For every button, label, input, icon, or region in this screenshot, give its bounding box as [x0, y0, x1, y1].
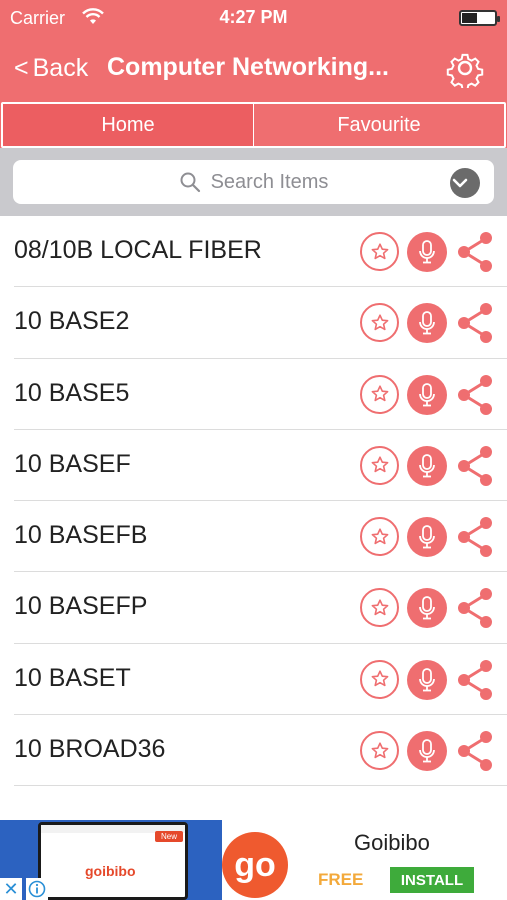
chevron-down-icon[interactable]	[450, 168, 480, 198]
list-item[interactable]: 10 BASEFP	[0, 572, 507, 645]
favourite-button[interactable]	[360, 445, 399, 485]
battery-icon	[459, 10, 500, 26]
speak-button[interactable]	[407, 303, 447, 344]
list-item[interactable]: 10 BROAD36	[0, 715, 507, 787]
favourite-button[interactable]	[360, 517, 399, 557]
chevron-left-icon: <	[14, 54, 29, 82]
speak-button[interactable]	[407, 588, 447, 629]
speak-button[interactable]	[407, 517, 447, 558]
speak-button[interactable]	[407, 659, 447, 700]
speak-button[interactable]	[407, 445, 447, 486]
list-item[interactable]: 08/10B LOCAL FIBER	[0, 216, 507, 288]
microphone-icon	[419, 453, 435, 478]
list-item[interactable]: 10 BASEF	[0, 430, 507, 502]
share-button[interactable]	[454, 444, 496, 488]
favourite-button[interactable]	[360, 731, 399, 771]
list-item-label: 10 BASET	[14, 663, 131, 692]
ad-title: Goibibo	[354, 830, 430, 855]
back-button[interactable]: < Back	[14, 54, 88, 83]
tab-home[interactable]: Home	[3, 104, 253, 146]
favourite-button[interactable]	[360, 232, 399, 271]
list-item-label: 10 BASE2	[14, 307, 130, 336]
share-icon	[458, 374, 492, 415]
share-icon	[458, 731, 492, 772]
list-item[interactable]: 10 BASEFB	[0, 501, 507, 573]
ad-banner[interactable]: New goibibo ✕ go Goibibo FREE INSTALL	[0, 820, 507, 900]
star-icon	[371, 456, 388, 473]
share-icon	[458, 517, 492, 558]
share-button[interactable]	[454, 373, 496, 417]
segmented-tabs: Home Favourite	[1, 102, 506, 148]
share-button[interactable]	[454, 230, 496, 274]
ad-install-button[interactable]: INSTALL	[390, 867, 474, 893]
favourite-button[interactable]	[360, 588, 399, 628]
item-list: 08/10B LOCAL FIBER 10 BASE2 10 BASE5 10 …	[0, 216, 507, 787]
star-icon	[371, 741, 388, 758]
ad-price: FREE	[318, 870, 364, 889]
search-input[interactable]: Search Items	[13, 160, 494, 204]
star-icon	[371, 599, 388, 616]
speak-button[interactable]	[407, 731, 447, 772]
microphone-icon	[419, 739, 435, 763]
favourite-button[interactable]	[360, 303, 399, 343]
microphone-icon	[419, 667, 435, 692]
microphone-icon	[419, 525, 435, 549]
ad-phone-logo: goibibo	[85, 863, 136, 879]
list-item[interactable]: 10 BASET	[0, 644, 507, 716]
microphone-icon	[419, 311, 435, 335]
close-icon[interactable]: ✕	[0, 878, 22, 900]
back-label: Back	[32, 54, 89, 82]
share-icon	[458, 232, 492, 272]
share-button[interactable]	[454, 515, 496, 559]
list-item[interactable]: 10 BASE5	[0, 359, 507, 431]
list-item-label: 10 BASE5	[14, 378, 130, 407]
ad-app-logo: go	[222, 832, 288, 898]
page-title: Computer Networking...	[107, 53, 389, 81]
status-bar: Carrier 4:27 PM	[0, 0, 507, 36]
share-button[interactable]	[454, 586, 496, 630]
share-icon	[458, 445, 492, 486]
share-button[interactable]	[454, 729, 496, 773]
search-bar: Search Items	[0, 148, 507, 216]
star-icon	[371, 242, 388, 259]
share-button[interactable]	[454, 658, 496, 702]
list-item-label: 10 BROAD36	[14, 735, 166, 764]
search-icon	[180, 172, 200, 193]
speak-button[interactable]	[407, 232, 447, 272]
list-item-label: 10 BASEFP	[14, 592, 148, 621]
list-item[interactable]: 10 BASE2	[0, 287, 507, 359]
microphone-icon	[419, 240, 435, 264]
star-icon	[371, 385, 388, 402]
search-placeholder: Search Items	[210, 170, 329, 193]
ad-new-badge: New	[154, 831, 183, 842]
ad-screenshot: New goibibo ✕	[0, 820, 222, 900]
ad-phone-image: New goibibo	[38, 822, 188, 900]
clock: 4:27 PM	[219, 7, 288, 27]
star-icon	[371, 670, 388, 687]
list-item-label: 10 BASEFB	[14, 521, 148, 550]
microphone-icon	[419, 382, 435, 406]
share-button[interactable]	[454, 301, 496, 345]
list-item-label: 10 BASEF	[14, 449, 131, 478]
info-icon[interactable]	[26, 878, 48, 900]
app-header: Carrier 4:27 PM < Back Computer Networki…	[0, 0, 507, 148]
favourite-button[interactable]	[360, 374, 399, 414]
share-icon	[458, 659, 492, 700]
share-icon	[458, 303, 492, 344]
favourite-button[interactable]	[360, 659, 399, 699]
navigation-bar: < Back Computer Networking...	[0, 44, 507, 94]
tab-favourite[interactable]: Favourite	[253, 104, 504, 146]
list-item-label: 08/10B LOCAL FIBER	[14, 236, 262, 264]
share-icon	[458, 588, 492, 629]
star-icon	[371, 528, 388, 544]
speak-button[interactable]	[407, 374, 447, 415]
microphone-icon	[419, 596, 435, 620]
gear-icon[interactable]	[445, 48, 485, 91]
star-icon	[371, 314, 388, 330]
